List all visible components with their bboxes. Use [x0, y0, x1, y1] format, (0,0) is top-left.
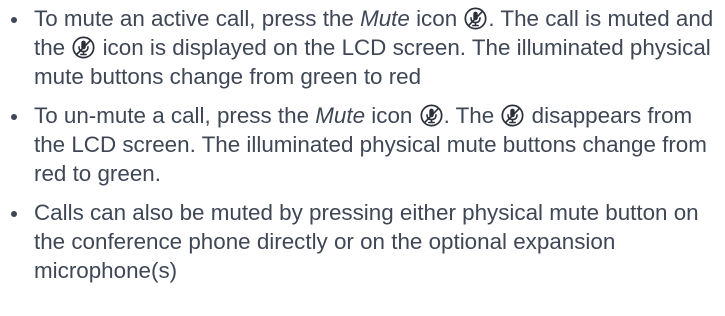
emphasis-mute: Mute — [360, 6, 410, 31]
text-run: Calls can also be muted by pressing eith… — [34, 200, 699, 283]
mute-microphone-icon — [501, 104, 524, 127]
text-run: icon — [365, 103, 419, 128]
document-body: To mute an active call, press the Mute i… — [0, 0, 725, 316]
bullet-marker — [11, 211, 17, 217]
list-item-mute: To mute an active call, press the Mute i… — [8, 4, 715, 91]
bullet-list: To mute an active call, press the Mute i… — [8, 4, 715, 285]
mute-microphone-icon — [72, 36, 95, 59]
text-run: icon — [409, 6, 464, 31]
text-run: icon is displayed on the LCD screen. The… — [34, 35, 711, 89]
list-item-physical-mute: Calls can also be muted by pressing eith… — [8, 198, 715, 285]
emphasis-mute: Mute — [315, 103, 366, 128]
text-run: . The — [443, 103, 501, 128]
bullet-marker — [11, 114, 17, 120]
mute-microphone-icon — [464, 7, 487, 30]
text-run: To un-mute a call, press the — [34, 103, 316, 128]
text-run: To mute an active call, press the — [34, 6, 361, 31]
mute-microphone-icon — [420, 104, 443, 127]
list-item-unmute: To un-mute a call, press the Mute icon .… — [8, 101, 715, 188]
bullet-marker — [11, 17, 17, 23]
